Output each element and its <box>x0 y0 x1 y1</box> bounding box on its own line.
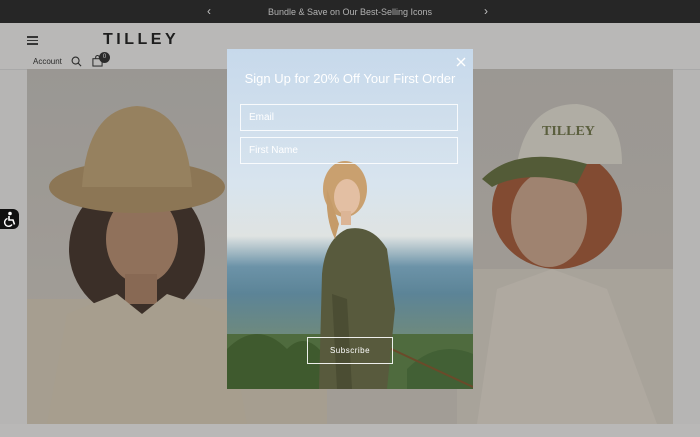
close-icon[interactable] <box>456 57 466 67</box>
accessibility-button[interactable] <box>0 209 19 229</box>
email-field[interactable] <box>240 104 458 131</box>
subscribe-button[interactable]: Subscribe <box>307 337 393 364</box>
signup-modal: Sign Up for 20% Off Your First Order Sub… <box>227 49 473 389</box>
accessibility-icon <box>3 211 16 227</box>
first-name-field[interactable] <box>240 137 458 164</box>
signup-title: Sign Up for 20% Off Your First Order <box>244 71 456 86</box>
